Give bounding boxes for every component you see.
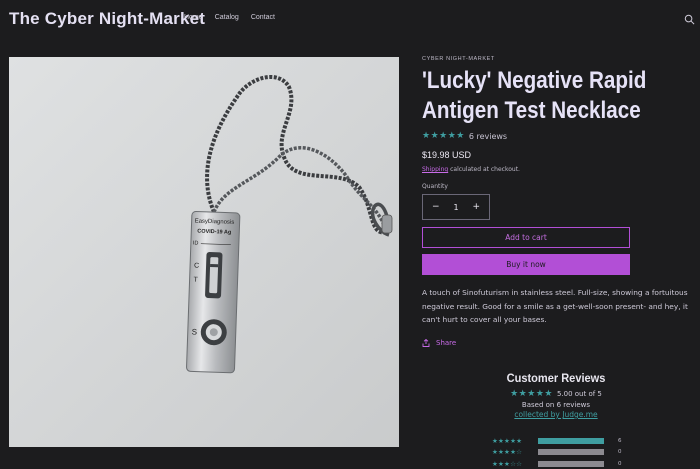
nav-contact[interactable]: Contact	[251, 14, 275, 21]
nav-catalog[interactable]: Catalog	[215, 14, 239, 21]
histogram-bar	[538, 460, 604, 467]
judgeme-link[interactable]: collected by Judge.me	[452, 410, 660, 419]
share-label: Share	[436, 338, 457, 347]
histogram-count: 0	[618, 460, 622, 467]
nav-home[interactable]: Home	[184, 14, 203, 21]
add-to-cart-button[interactable]: Add to cart	[422, 227, 630, 248]
histogram-bar	[538, 437, 604, 444]
histogram-fill	[538, 437, 604, 444]
quantity-label: Quantity	[422, 183, 448, 190]
product-description: A touch of Sinofuturism in stainless ste…	[422, 288, 688, 324]
shipping-link[interactable]: Shipping	[422, 166, 448, 173]
product-title: 'Lucky' Negative Rapid Antigen Test Neck…	[422, 66, 689, 126]
quantity-stepper: − 1 +	[422, 194, 490, 220]
customer-reviews: Customer Reviews ★★★★★ 5.00 out of 5 Bas…	[422, 371, 692, 468]
histogram-row[interactable]: ★★★★☆ 0	[492, 447, 632, 459]
reviews-based-on: Based on 6 reviews	[521, 401, 591, 409]
site-header: The Cyber Night-Market Home Catalog Cont…	[0, 0, 700, 40]
pendant-c: C	[194, 262, 199, 269]
product-image[interactable]: EasyDiagnosis COVID-19 Ag ID C T S	[9, 57, 399, 447]
histogram-row[interactable]: ★★★☆☆ 0	[492, 458, 632, 469]
product-title-line2: Antigen Test Necklace	[422, 97, 641, 124]
quantity-plus-button[interactable]: +	[472, 202, 480, 212]
rating-row[interactable]: ★★★★★ 6 reviews	[422, 131, 692, 141]
product-title-line1: 'Lucky' Negative Rapid	[422, 67, 647, 94]
quantity-minus-button[interactable]: −	[432, 202, 440, 212]
product-info: CYBER NIGHT-MARKET 'Lucky' Negative Rapi…	[422, 56, 692, 347]
quantity-value[interactable]: 1	[453, 203, 458, 212]
shipping-text: calculated at checkout.	[448, 166, 520, 173]
histogram-stars-icon: ★★★★☆	[492, 448, 523, 457]
histogram-bar	[538, 449, 604, 456]
rating-histogram: ★★★★★ 6 ★★★★☆ 0 ★★★☆☆ 0	[492, 435, 632, 469]
share-icon	[422, 338, 430, 347]
reviews-count[interactable]: 6 reviews	[469, 132, 507, 141]
store-logo[interactable]: The Cyber Night-Market	[9, 9, 205, 29]
pendant-id: ID	[193, 240, 199, 246]
vendor-label: CYBER NIGHT-MARKET	[422, 56, 495, 62]
average-score: 5.00 out of 5	[556, 390, 602, 398]
necklace-photo: EasyDiagnosis COVID-19 Ag ID C T S	[9, 57, 399, 447]
histogram-count: 0	[618, 449, 622, 456]
average-stars-icon: ★★★★★	[510, 389, 553, 399]
main-nav: Home Catalog Contact	[184, 14, 275, 21]
buy-now-button[interactable]: Buy it now	[422, 254, 630, 275]
star-rating-icon: ★★★★★	[422, 131, 465, 141]
share-button[interactable]: Share	[422, 338, 692, 347]
histogram-row[interactable]: ★★★★★ 6	[492, 435, 632, 447]
reviews-summary: ★★★★★ 5.00 out of 5	[452, 389, 660, 399]
pendant-test: COVID-19 Ag	[197, 229, 231, 236]
shipping-note: Shipping calculated at checkout.	[422, 166, 692, 173]
search-icon[interactable]	[684, 14, 695, 25]
histogram-stars-icon: ★★★☆☆	[492, 459, 523, 468]
reviews-title: Customer Reviews	[506, 371, 606, 385]
pendant-s: S	[192, 327, 198, 336]
histogram-stars-icon: ★★★★★	[492, 436, 523, 445]
price: $19.98 USD	[422, 150, 472, 160]
histogram-count: 6	[618, 437, 622, 444]
